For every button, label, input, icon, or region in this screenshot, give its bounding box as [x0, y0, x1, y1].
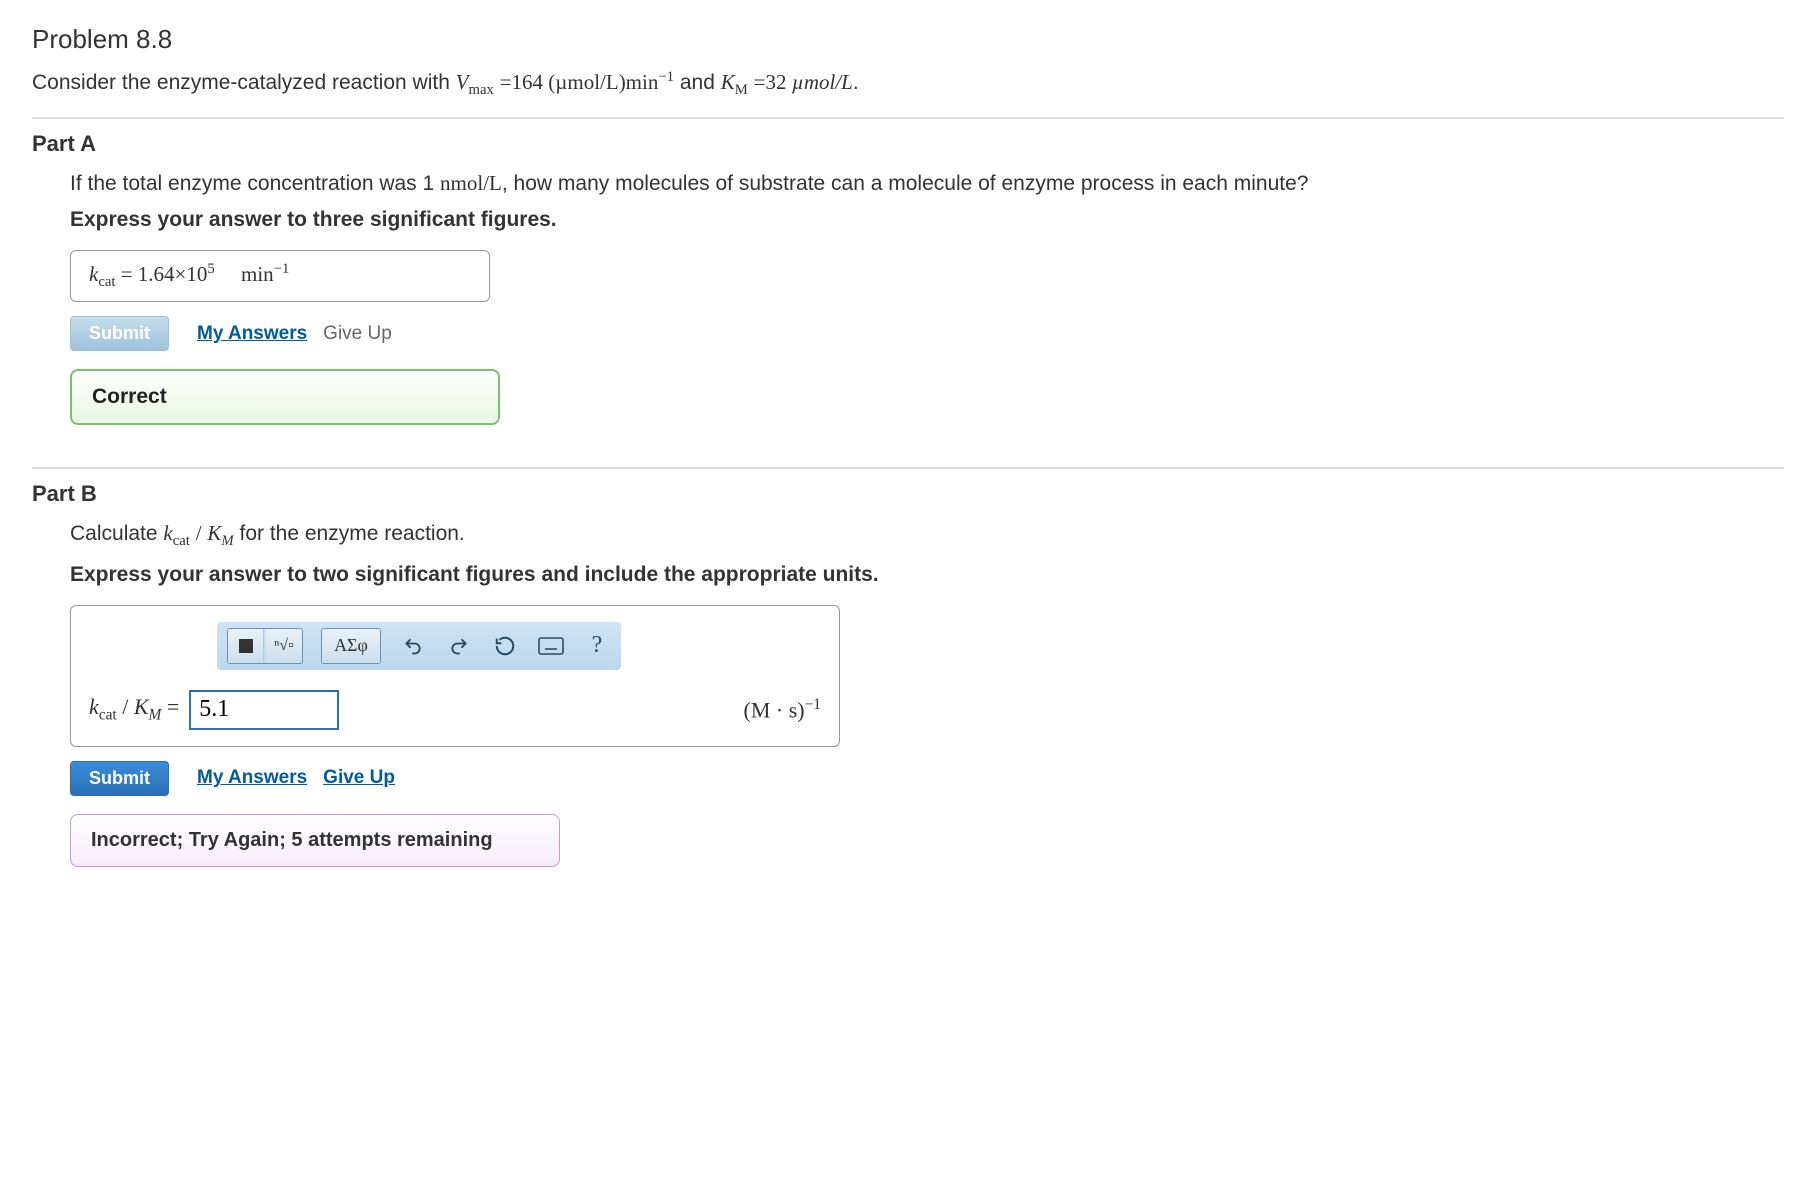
submit-button[interactable]: Submit — [70, 316, 169, 351]
divider — [32, 117, 1784, 119]
km-units: µmol/L — [792, 70, 853, 94]
symbols-group: ΑΣφ — [321, 628, 381, 664]
equation-toolbar: ⁿ√▫ ΑΣφ ? — [217, 622, 621, 670]
entry-eq: = — [167, 694, 179, 719]
ans-gap — [220, 262, 236, 286]
km-symbol: K — [721, 70, 735, 94]
entry-kcat-sym: k — [89, 694, 99, 719]
part-a-question: If the total enzyme concentration was 1 … — [70, 171, 1784, 196]
feedback-incorrect: Incorrect; Try Again; 5 attempts remaini… — [70, 814, 560, 867]
redo-icon[interactable] — [445, 632, 473, 660]
divider — [32, 467, 1784, 469]
fraction-template-button[interactable] — [228, 629, 264, 663]
q-slash: / — [196, 521, 202, 545]
km-sub: M — [735, 82, 748, 98]
my-answers-link[interactable]: My Answers — [197, 323, 307, 345]
part-b-actions: Submit My Answers Give Up — [70, 761, 1784, 796]
part-a-q-suffix: , how many molecules of substrate can a … — [502, 172, 1309, 195]
units-base: (M · s) — [744, 697, 805, 722]
q-km-sub: M — [221, 534, 233, 550]
vmax-symbol: V — [456, 70, 469, 94]
problem-title: Problem 8.8 — [32, 24, 1784, 55]
ans-value: 1.64×10 — [138, 262, 208, 286]
entry-label: kcat / KM = — [89, 694, 179, 724]
part-b-instruction: Express your answer to two significant f… — [70, 563, 1784, 587]
part-a-body: If the total enzyme concentration was 1 … — [32, 171, 1784, 425]
ans-unit: min — [241, 262, 274, 286]
q-km-sym: K — [207, 521, 221, 545]
give-up-link[interactable]: Give Up — [323, 767, 395, 789]
vmax-exp: −1 — [658, 69, 674, 85]
part-b-entry-box: ⁿ√▫ ΑΣφ ? kcat / KM — [70, 605, 840, 747]
stem-end: . — [853, 71, 859, 94]
part-b-q-suffix: for the enzyme reaction. — [239, 522, 464, 545]
help-icon[interactable]: ? — [583, 632, 611, 660]
ans-exp: 5 — [207, 261, 214, 277]
part-a-title: Part A — [32, 131, 1784, 157]
part-b-question: Calculate kcat / KM for the enzyme react… — [70, 521, 1784, 550]
entry-row: kcat / KM = (M · s)−1 — [89, 690, 821, 730]
kcat-symbol: k — [89, 262, 98, 286]
part-b-title: Part B — [32, 481, 1784, 507]
entry-slash: / — [122, 694, 128, 719]
entry-units: (M · s)−1 — [744, 696, 822, 723]
entry-kcat-sub: cat — [99, 707, 117, 724]
fraction-icon — [239, 639, 253, 653]
and-word: and — [680, 71, 721, 94]
ans-unit-exp: −1 — [274, 261, 290, 277]
ans-eq: = — [121, 262, 138, 286]
part-a-answer-box: kcat = 1.64×105 min−1 — [70, 250, 490, 302]
part-a-conc: nmol/L — [440, 171, 502, 195]
part-b-body: Calculate kcat / KM for the enzyme react… — [32, 521, 1784, 866]
problem-stem: Consider the enzyme-catalyzed reaction w… — [32, 69, 1784, 99]
part-a-actions: Submit My Answers Give Up — [70, 316, 1784, 351]
entry-km-sym: K — [134, 694, 149, 719]
part-b-q-prefix: Calculate — [70, 522, 163, 545]
my-answers-link[interactable]: My Answers — [197, 767, 307, 789]
vmax-units: (µmol/L)min — [548, 70, 658, 94]
q-kcat-sub: cat — [173, 534, 190, 550]
km-eq: =32 — [754, 70, 792, 94]
units-exp: −1 — [805, 696, 821, 713]
give-up-link[interactable]: Give Up — [323, 323, 392, 345]
greek-symbols-button[interactable]: ΑΣφ — [322, 629, 380, 663]
reset-icon[interactable] — [491, 632, 519, 660]
undo-icon[interactable] — [399, 632, 427, 660]
answer-input[interactable] — [189, 690, 339, 730]
part-a-instruction: Express your answer to three significant… — [70, 208, 1784, 232]
root-template-button[interactable]: ⁿ√▫ — [266, 629, 302, 663]
vmax-eq: =164 — [500, 70, 549, 94]
root-icon: ⁿ√▫ — [274, 637, 294, 655]
part-a-q-prefix: If the total enzyme concentration was 1 — [70, 172, 440, 195]
template-group: ⁿ√▫ — [227, 628, 303, 664]
q-kcat-sym: k — [163, 521, 172, 545]
stem-prefix: Consider the enzyme-catalyzed reaction w… — [32, 71, 456, 94]
keyboard-icon[interactable] — [537, 632, 565, 660]
feedback-correct: Correct — [70, 369, 500, 425]
vmax-sub: max — [469, 82, 494, 98]
submit-button[interactable]: Submit — [70, 761, 169, 796]
entry-km-sub: M — [149, 707, 162, 724]
kcat-sub: cat — [98, 274, 115, 290]
